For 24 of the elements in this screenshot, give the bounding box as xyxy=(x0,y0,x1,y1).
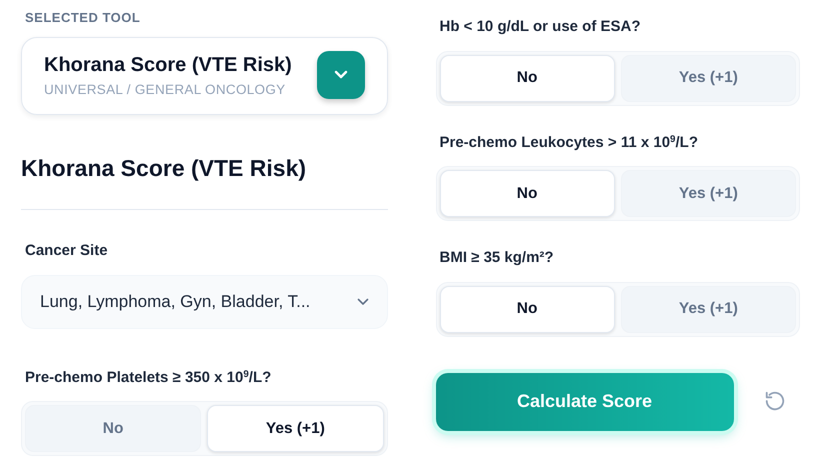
question-label: Hb < 10 g/dL or use of ESA? xyxy=(440,17,642,37)
question-label: BMI ≥ 35 kg/m²? xyxy=(440,248,555,268)
question-label: Pre-chemo Leukocytes > 11 x 10$^{9}$/L? xyxy=(440,132,699,152)
reset-icon xyxy=(764,390,786,412)
option-button[interactable]: No xyxy=(440,54,615,102)
chevron-down-icon xyxy=(356,298,368,306)
question-label: Pre-chemo Platelets ≥ 350 x 10$^{9}$/L? xyxy=(25,368,272,388)
cancer-site-select[interactable]: Lung, Lymphoma, Gyn, Bladder, T... xyxy=(21,274,388,329)
tool-category: UNIVERSAL / GENERAL ONCOLOGY xyxy=(44,80,286,98)
select-value: Lung, Lymphoma, Gyn, Bladder, T... xyxy=(40,291,310,313)
calculator-title: Khorana Score (VTE Risk) xyxy=(21,150,388,210)
field-label: Cancer Site xyxy=(25,241,109,262)
tool-picker-card[interactable]: Khorana Score (VTE Risk) UNIVERSAL / GENERAL ONCOLOGY xyxy=(21,36,388,115)
dropdown-button[interactable] xyxy=(316,50,364,99)
option-button[interactable]: Yes (+1) xyxy=(207,405,384,452)
option-button[interactable]: No xyxy=(440,286,615,332)
option-button[interactable]: Yes (+1) xyxy=(620,170,796,217)
chevron-down-icon xyxy=(334,70,348,80)
option-button[interactable]: Yes (+1) xyxy=(620,286,796,332)
option-button[interactable]: No xyxy=(25,405,202,452)
section-label: SELECTED TOOL xyxy=(25,9,142,27)
tool-name: Khorana Score (VTE Risk) xyxy=(44,52,292,78)
option-button[interactable]: No xyxy=(440,170,615,217)
option-button[interactable]: Yes (+1) xyxy=(620,54,796,102)
